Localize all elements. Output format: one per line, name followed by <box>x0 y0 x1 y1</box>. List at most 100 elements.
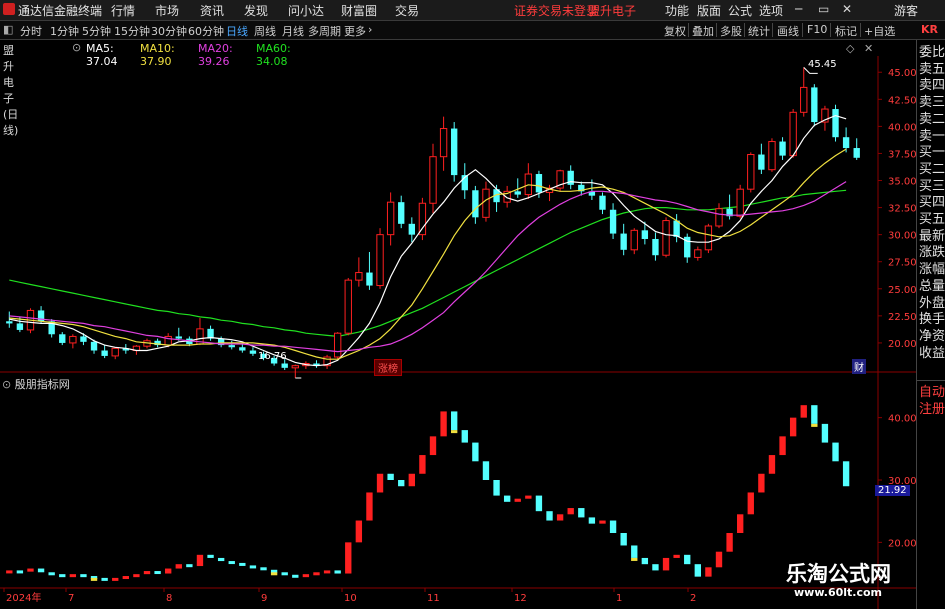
tool-adjust[interactable]: 复权 <box>664 23 686 39</box>
menu-item-layout[interactable]: 版面 <box>697 2 721 19</box>
side-item-4[interactable]: 卖二 <box>919 112 945 128</box>
close-icon[interactable]: ✕ <box>842 2 852 16</box>
side-bottom-item-1[interactable]: 注册 <box>919 402 945 418</box>
candle-body[interactable] <box>630 229 638 251</box>
candle-body[interactable] <box>175 336 182 339</box>
add-watchlist-button[interactable]: +自选 <box>864 23 895 39</box>
side-item-14[interactable]: 总量 <box>919 279 945 295</box>
candle-body[interactable] <box>832 109 839 138</box>
candle-body[interactable] <box>620 233 627 250</box>
candle-body[interactable] <box>472 190 479 218</box>
candle-body[interactable] <box>641 230 649 239</box>
side-item-13[interactable]: 涨幅 <box>919 262 945 278</box>
period-1min[interactable]: 1分钟 <box>50 23 79 39</box>
candle-body[interactable] <box>398 202 405 224</box>
candle-body[interactable] <box>101 350 108 356</box>
period-more[interactable]: 更多 <box>344 23 366 39</box>
menu-item-trade[interactable]: 交易 <box>395 2 419 19</box>
candle-body[interactable] <box>291 365 299 369</box>
candle-body[interactable] <box>16 323 24 330</box>
chart-close-icon[interactable]: ✕ <box>864 42 873 55</box>
limit-up-badge[interactable]: 涨榜 <box>374 359 402 376</box>
candle-body[interactable] <box>333 332 342 358</box>
candle-body[interactable] <box>281 363 288 368</box>
side-item-15[interactable]: 外盘 <box>919 296 945 312</box>
candle-body[interactable] <box>228 345 235 348</box>
period-60min[interactable]: 60分钟 <box>188 23 224 39</box>
side-item-1[interactable]: 卖五 <box>919 62 945 78</box>
menu-item-market[interactable]: 市场 <box>155 2 179 19</box>
candle-body[interactable] <box>599 195 606 210</box>
candle-body[interactable] <box>747 154 755 190</box>
candle-body[interactable] <box>736 188 744 217</box>
candle-body[interactable] <box>90 341 98 351</box>
candle-body[interactable] <box>609 209 617 234</box>
side-bottom-item-0[interactable]: 自动 <box>919 385 945 401</box>
candle-body[interactable] <box>344 279 352 334</box>
tool-statistics[interactable]: 统计 <box>748 23 770 39</box>
tool-overlay[interactable]: 叠加 <box>692 23 714 39</box>
period-monthly[interactable]: 月线 <box>282 23 304 39</box>
side-item-16[interactable]: 换手 <box>919 312 945 328</box>
guest-button[interactable]: 游客 <box>894 2 918 19</box>
candle-body[interactable] <box>662 220 670 256</box>
chart-settings-icon[interactable]: ◇ <box>846 42 854 55</box>
candle-body[interactable] <box>239 347 246 351</box>
menu-item-quotes[interactable]: 行情 <box>111 2 135 19</box>
candle-body[interactable] <box>853 148 860 158</box>
period-daily[interactable]: 日线 <box>226 23 248 39</box>
restore-icon[interactable]: ▭ <box>818 2 829 16</box>
candle-body[interactable] <box>376 234 384 287</box>
side-item-6[interactable]: 买一 <box>919 145 945 161</box>
candle-body[interactable] <box>842 137 850 149</box>
stock-chart-canvas[interactable]: 45.00 42.50 40.00 37.50 35.00 32.50 30.00 27.50… <box>0 56 916 609</box>
candle-body[interactable] <box>69 335 77 344</box>
side-item-8[interactable]: 买三 <box>919 179 945 195</box>
candle-body[interactable] <box>418 202 427 236</box>
candle-body[interactable] <box>111 347 119 357</box>
period-30min[interactable]: 30分钟 <box>151 23 187 39</box>
candle-body[interactable] <box>355 272 363 281</box>
candle-body[interactable] <box>715 208 723 227</box>
side-item-17[interactable]: 净资 <box>919 329 945 345</box>
candle-body[interactable] <box>811 87 818 123</box>
menu-item-function[interactable]: 功能 <box>665 2 689 19</box>
candle-body[interactable] <box>758 154 765 170</box>
candle-body[interactable] <box>429 156 437 204</box>
menu-item-news[interactable]: 资讯 <box>200 2 224 19</box>
candle-body[interactable] <box>789 111 797 157</box>
candle-body[interactable] <box>366 272 373 286</box>
side-item-2[interactable]: 卖四 <box>919 78 945 94</box>
side-item-10[interactable]: 买五 <box>919 212 945 228</box>
candle-body[interactable] <box>514 191 521 195</box>
tool-mark[interactable]: 标记 <box>835 23 857 39</box>
side-item-12[interactable]: 涨跌 <box>919 245 945 261</box>
candle-body[interactable] <box>59 334 66 343</box>
login-notice[interactable]: 证券交易未登录 <box>514 2 598 19</box>
candle-body[interactable] <box>652 238 659 256</box>
candle-body[interactable] <box>535 174 543 193</box>
menu-item-formula[interactable]: 公式 <box>728 2 752 19</box>
candle-body[interactable] <box>249 350 257 354</box>
side-item-9[interactable]: 买四 <box>919 195 945 211</box>
minimize-icon[interactable]: ─ <box>795 2 802 16</box>
menu-item-ask-xiaoda[interactable]: 问小达 <box>288 2 324 19</box>
period-multi[interactable]: 多周期 <box>308 23 341 39</box>
indicator-settings-icon[interactable]: ⊙ <box>2 378 11 391</box>
period-15min[interactable]: 15分钟 <box>114 23 150 39</box>
candle-body[interactable] <box>6 321 13 324</box>
candle-body[interactable] <box>386 201 395 236</box>
candle-body[interactable] <box>439 128 448 158</box>
side-item-3[interactable]: 卖三 <box>919 95 945 111</box>
more-chevron-icon[interactable]: › <box>368 23 372 36</box>
candle-body[interactable] <box>694 249 702 258</box>
candle-body[interactable] <box>673 220 680 237</box>
candle-body[interactable] <box>768 141 776 171</box>
side-item-5[interactable]: 卖一 <box>919 129 945 145</box>
menu-item-discover[interactable]: 发现 <box>244 2 268 19</box>
candle-body[interactable] <box>451 128 458 176</box>
tool-multi-stock[interactable]: 多股 <box>720 23 742 39</box>
candle-body[interactable] <box>779 141 786 156</box>
finance-badge[interactable]: 财 <box>852 359 866 374</box>
candle-body[interactable] <box>408 223 415 235</box>
